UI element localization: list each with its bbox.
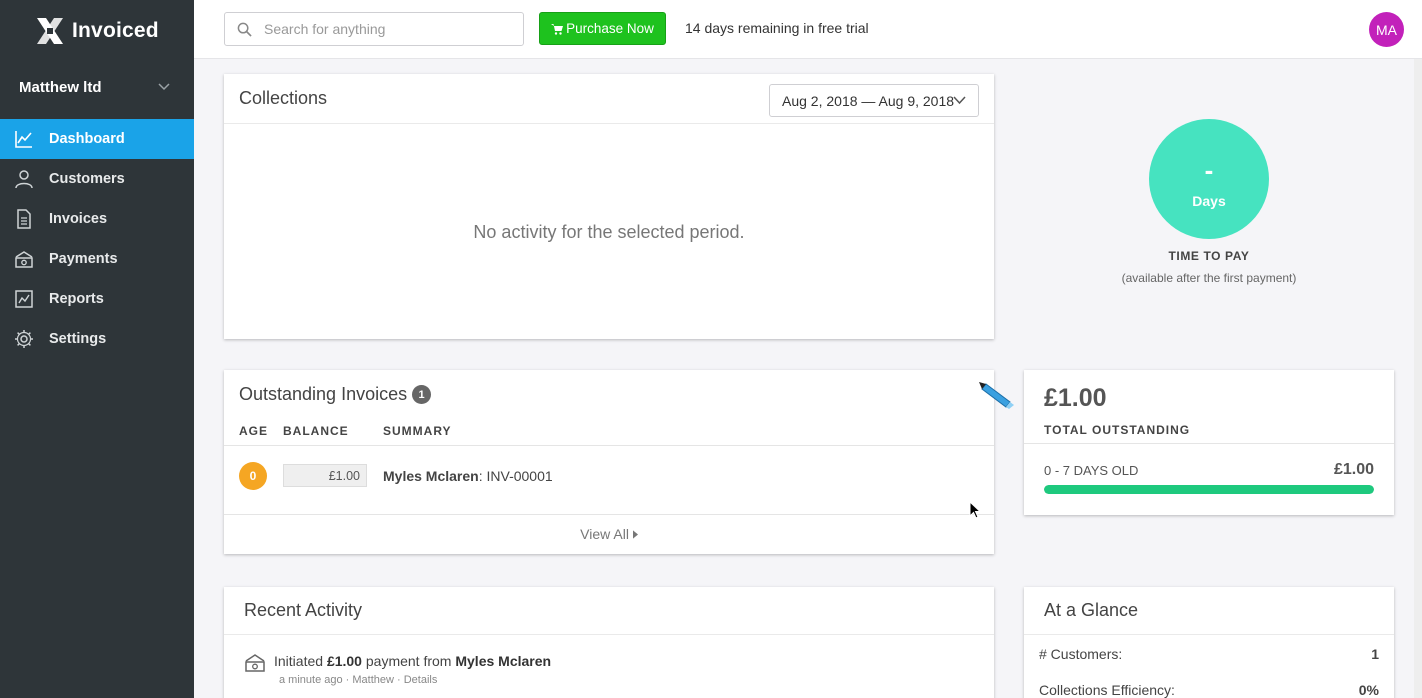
search-icon xyxy=(237,22,252,37)
view-all-label: View All xyxy=(580,526,629,542)
nav-item-label: Settings xyxy=(49,331,107,347)
gear-icon xyxy=(13,328,35,350)
chevron-down-icon xyxy=(953,96,966,105)
outstanding-invoices-card: Outstanding Invoices 1 AGE BALANCE SUMMA… xyxy=(224,370,994,554)
aging-bucket-label: 0 - 7 DAYS OLD xyxy=(1044,463,1139,478)
glance-value: 0% xyxy=(1358,682,1379,698)
invoice-number: INV-00001 xyxy=(486,468,553,484)
invoice-customer: Myles Mclaren xyxy=(383,468,479,484)
caret-right-icon xyxy=(632,530,638,539)
total-outstanding-card: £1.00 TOTAL OUTSTANDING 0 - 7 DAYS OLD £… xyxy=(1024,370,1394,515)
trial-status: 14 days remaining in free trial xyxy=(685,20,869,36)
at-a-glance-title: At a Glance xyxy=(1044,600,1139,620)
nav-item-settings[interactable]: Settings xyxy=(0,319,194,359)
recent-activity-card: Recent Activity Initiated £1.00 payment … xyxy=(224,587,994,698)
purchase-now-button[interactable]: Purchase Now xyxy=(539,12,666,45)
age-badge: 0 xyxy=(239,462,267,490)
document-icon xyxy=(13,208,35,230)
user-avatar[interactable]: MA xyxy=(1369,12,1404,47)
page-scrollbar[interactable] xyxy=(1414,59,1422,698)
invoice-summary[interactable]: Myles Mclaren: INV-00001 xyxy=(383,468,553,484)
aging-bucket-amount: £1.00 xyxy=(1333,461,1374,478)
app-name: Invoiced xyxy=(72,19,159,42)
at-a-glance-header: At a Glance xyxy=(1024,587,1394,635)
recent-activity-header: Recent Activity xyxy=(224,587,994,635)
sidebar: Invoiced Matthew ltd Dashboard Customers… xyxy=(0,0,194,698)
divider xyxy=(224,514,994,515)
activity-item: Initiated £1.00 payment from Myles Mclar… xyxy=(274,653,551,669)
total-outstanding-label: TOTAL OUTSTANDING xyxy=(1044,423,1191,437)
nav-item-dashboard[interactable]: Dashboard xyxy=(0,119,194,159)
top-bar: Purchase Now 14 days remaining in free t… xyxy=(194,0,1422,59)
collections-empty-message: No activity for the selected period. xyxy=(473,222,745,242)
mouse-pointer-icon xyxy=(969,501,981,519)
app-logo[interactable]: Invoiced xyxy=(0,0,194,62)
at-a-glance-card: At a Glance # Customers: 1 Collections E… xyxy=(1024,587,1394,698)
time-to-pay-unit: Days xyxy=(1192,193,1226,209)
nav-item-label: Dashboard xyxy=(49,131,125,147)
time-to-pay-note: (available after the first payment) xyxy=(1121,271,1297,285)
search-box[interactable] xyxy=(224,12,524,46)
activity-customer-link[interactable]: Myles Mclaren xyxy=(455,653,551,669)
date-range-value: Aug 2, 2018 — Aug 9, 2018 xyxy=(782,92,955,109)
nav-item-payments[interactable]: Payments xyxy=(0,239,194,279)
aging-progress-fill xyxy=(1044,485,1374,494)
glance-value: 1 xyxy=(1371,646,1379,662)
chevron-down-icon xyxy=(158,83,170,91)
chart-line-icon xyxy=(13,128,35,150)
view-all-link[interactable]: View All xyxy=(224,526,994,542)
glance-row-customers: # Customers: 1 xyxy=(1039,646,1379,662)
cash-icon xyxy=(245,654,265,672)
column-header-age: AGE xyxy=(239,424,269,438)
activity-prefix: Initiated xyxy=(274,653,324,669)
outstanding-title: Outstanding Invoices xyxy=(239,384,408,404)
aging-progress-bar xyxy=(1044,485,1374,494)
activity-middle: payment from xyxy=(365,653,452,669)
nav-item-label: Invoices xyxy=(49,211,108,227)
company-name: Matthew ltd xyxy=(19,78,102,96)
outstanding-title-row: Outstanding Invoices 1 xyxy=(239,384,432,405)
divider xyxy=(1024,443,1394,444)
company-switcher[interactable]: Matthew ltd xyxy=(0,62,194,112)
nav-item-label: Payments xyxy=(49,251,118,267)
cart-icon xyxy=(551,23,564,35)
total-outstanding-amount: £1.00 xyxy=(1044,384,1107,412)
cash-icon xyxy=(13,248,35,270)
column-header-summary: SUMMARY xyxy=(383,424,452,438)
collections-title: Collections xyxy=(239,88,328,108)
column-header-balance: BALANCE xyxy=(283,424,349,438)
highlighter-pen-icon xyxy=(979,382,1014,409)
nav-item-reports[interactable]: Reports xyxy=(0,279,194,319)
time-to-pay-label: TIME TO PAY xyxy=(1168,249,1250,263)
time-to-pay-value: - xyxy=(1204,155,1214,185)
nav-item-customers[interactable]: Customers xyxy=(0,159,194,199)
nav-item-label: Customers xyxy=(49,171,125,187)
time-to-pay-circle: - Days xyxy=(1149,119,1269,239)
divider xyxy=(224,445,994,446)
search-input[interactable] xyxy=(264,21,504,37)
date-range-picker[interactable]: Aug 2, 2018 — Aug 9, 2018 xyxy=(769,84,979,117)
activity-meta: a minute ago · Matthew · Details xyxy=(279,674,438,686)
user-icon xyxy=(13,168,35,190)
outstanding-count-badge: 1 xyxy=(412,385,432,404)
balance-value: £1.00 xyxy=(283,464,367,487)
glance-label: Collections Efficiency: xyxy=(1039,682,1175,698)
report-icon xyxy=(13,288,35,310)
collections-card: Collections Aug 2, 2018 — Aug 9, 2018 No… xyxy=(224,74,994,339)
invoiced-logo-icon xyxy=(37,18,63,44)
purchase-now-label: Purchase Now xyxy=(566,21,654,36)
main-nav: Dashboard Customers Invoices Payments Re… xyxy=(0,119,194,359)
glance-row-collections-efficiency: Collections Efficiency: 0% xyxy=(1039,682,1379,698)
nav-item-label: Reports xyxy=(49,291,104,307)
nav-item-invoices[interactable]: Invoices xyxy=(0,199,194,239)
activity-amount: £1.00 xyxy=(326,653,362,669)
recent-activity-title: Recent Activity xyxy=(244,600,363,620)
glance-label: # Customers: xyxy=(1039,646,1123,662)
